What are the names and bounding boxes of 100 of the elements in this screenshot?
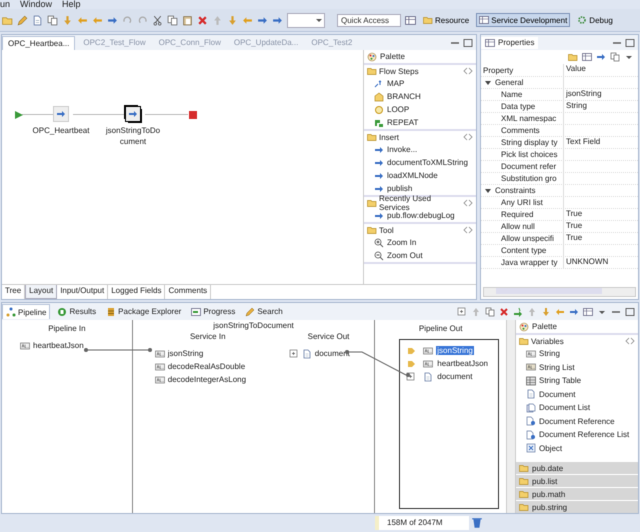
arrow-icon	[128, 109, 138, 119]
palette-item[interactable]: MAP	[364, 77, 476, 90]
string-variable-icon	[20, 340, 30, 350]
group-header[interactable]: Insert	[379, 132, 461, 142]
group-header[interactable]: Flow Steps	[379, 66, 461, 76]
folder-header[interactable]: pub.list	[516, 475, 638, 487]
pipeline-variable[interactable]: jsonString	[436, 346, 474, 355]
service-variable[interactable]: jsonString	[132, 347, 283, 360]
pipeline-variable[interactable]: document	[436, 372, 474, 381]
expand-icon[interactable]	[288, 348, 299, 358]
vertical-scrollbar[interactable]	[506, 320, 516, 513]
document-list-icon	[526, 402, 536, 413]
collapse-icon[interactable]	[463, 66, 473, 76]
property-value: Text Field	[566, 137, 600, 146]
palette-item[interactable]: String Table	[516, 374, 638, 388]
view-tab[interactable]: Search	[242, 304, 286, 318]
right-arrow-icon[interactable]	[257, 14, 268, 26]
folder-header[interactable]: pub.date	[516, 462, 638, 474]
perspective-button[interactable]: Debug	[574, 13, 616, 27]
folder-icon	[367, 225, 377, 235]
expand-icon[interactable]	[457, 306, 467, 316]
palette-item[interactable]: Document List	[516, 401, 638, 414]
palette-item[interactable]: LOOP	[364, 103, 476, 116]
table-icon[interactable]	[583, 306, 593, 316]
menu-item[interactable]: un	[0, 0, 10, 9]
table-icon[interactable]	[405, 14, 416, 26]
delete-icon[interactable]	[499, 306, 509, 316]
paste-icon[interactable]	[182, 14, 193, 26]
folder-icon[interactable]	[568, 52, 578, 62]
horizontal-scrollbar[interactable]	[483, 287, 636, 297]
palette-item[interactable]: documentToXMLString	[364, 156, 476, 169]
maximize-icon[interactable]	[625, 306, 635, 316]
copy-icon[interactable]	[167, 14, 178, 26]
palette-item[interactable]: String List	[516, 360, 638, 374]
palette-item[interactable]: publish	[364, 182, 476, 195]
down-arrow-icon[interactable]	[541, 306, 551, 316]
palette-item[interactable]: pub.flow:debugLog	[364, 209, 476, 222]
right-arrow-icon[interactable]	[272, 14, 283, 26]
folder-header[interactable]: pub.math	[516, 488, 638, 500]
left-arrow-icon[interactable]	[555, 306, 565, 316]
view-tab[interactable]: Layout	[25, 285, 58, 299]
right-arrow-icon[interactable]	[569, 306, 579, 316]
document-icon[interactable]	[32, 14, 43, 26]
service-variable[interactable]: decodeIntegerAsLong	[132, 373, 283, 386]
trash-icon[interactable]	[471, 517, 483, 529]
folder-header[interactable]: pub.string	[516, 501, 638, 513]
combo-box[interactable]	[287, 12, 325, 28]
view-tab[interactable]: Package Explorer	[103, 304, 184, 318]
table-icon[interactable]	[582, 52, 592, 62]
menu-item[interactable]: Window	[20, 0, 52, 9]
quick-access-field[interactable]: Quick Access	[337, 14, 401, 26]
loop-icon	[374, 104, 384, 114]
palette-item[interactable]: String	[516, 347, 638, 360]
palette-icon	[367, 52, 377, 62]
palette-item[interactable]: Zoom Out	[364, 249, 476, 262]
folder-icon	[423, 15, 433, 25]
perspective-button[interactable]: Service Development	[476, 13, 570, 27]
group-header[interactable]: Tool	[379, 226, 461, 234]
collapse-icon[interactable]	[625, 336, 635, 346]
palette-item[interactable]: loadXMLNode	[364, 169, 476, 182]
editor-tab[interactable]: OPC_Heartbea...	[2, 36, 76, 50]
folder-icon[interactable]	[2, 14, 13, 26]
palette-item[interactable]: Zoom In	[364, 236, 476, 249]
view-tab[interactable]: Pipeline	[2, 304, 50, 319]
palette-item[interactable]: REPEAT	[364, 116, 476, 129]
properties-tab[interactable]: Properties	[481, 36, 538, 48]
palette-item[interactable]: Invoke...	[364, 143, 476, 156]
delete-icon[interactable]	[197, 14, 208, 26]
palette-item[interactable]: Document Reference	[516, 414, 638, 428]
palette-item[interactable]: Object	[516, 442, 638, 455]
view-tab[interactable]: Input/Output	[57, 285, 108, 299]
scissors-icon[interactable]	[152, 14, 163, 26]
copy-icon[interactable]	[47, 14, 58, 26]
flow-step[interactable]	[125, 106, 141, 122]
flow-icon[interactable]	[513, 306, 523, 316]
collapse-icon[interactable]	[463, 198, 473, 208]
pipeline-variable[interactable]: heartbeatJson	[2, 339, 132, 352]
right-arrow-icon[interactable]	[596, 52, 606, 62]
palette-item[interactable]: Document Reference List	[516, 428, 638, 442]
service-variable[interactable]: decodeRealAsDouble	[132, 360, 283, 373]
group-header[interactable]: Variables	[531, 336, 623, 346]
view-tab[interactable]: Results	[54, 304, 100, 318]
pipeline-variable[interactable]: heartbeatJson	[436, 359, 489, 368]
copy-icon[interactable]	[485, 306, 495, 316]
maximize-icon[interactable]	[625, 38, 635, 48]
palette-item[interactable]: BRANCH	[364, 90, 476, 103]
right-arrow-icon[interactable]	[107, 14, 118, 26]
collapse-icon[interactable]	[463, 225, 473, 235]
menu-item[interactable]: Help	[62, 0, 81, 9]
copy-icon[interactable]	[610, 52, 620, 62]
service-variable[interactable]: document	[282, 347, 374, 360]
view-tab[interactable]: Comments	[165, 285, 212, 299]
palette-item[interactable]: Document	[516, 388, 638, 401]
maximize-icon[interactable]	[463, 38, 473, 48]
pencil-icon[interactable]	[17, 14, 28, 26]
view-tab[interactable]: Progress	[188, 304, 238, 318]
view-tab[interactable]: Logged Fields	[108, 285, 166, 299]
collapse-icon[interactable]	[463, 132, 473, 142]
perspective-button[interactable]: Resource	[420, 13, 472, 27]
string-list-icon	[526, 362, 536, 372]
